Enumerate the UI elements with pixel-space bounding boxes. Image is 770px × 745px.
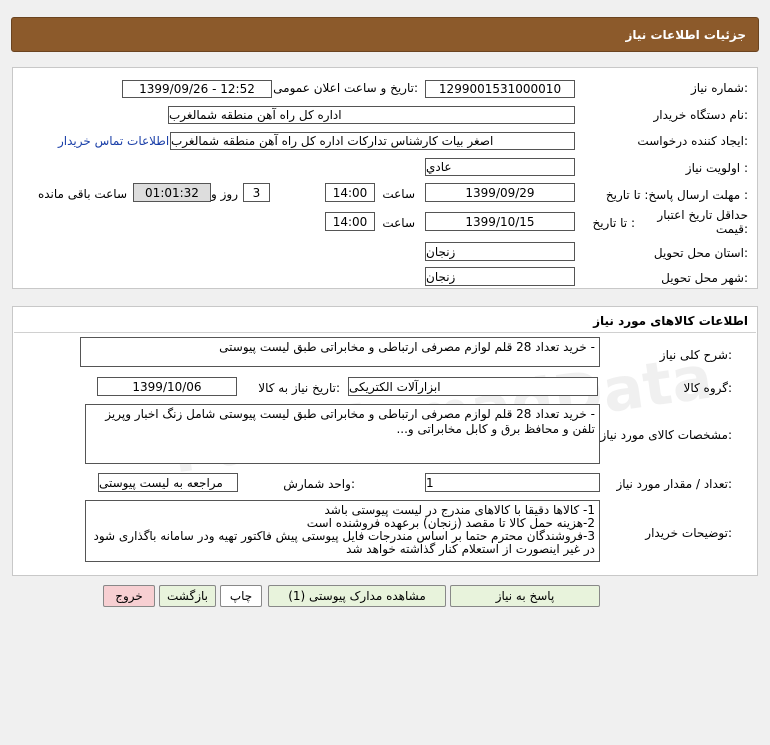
creator-field: اصغر بیات کارشناس تدارکات اداره کل راه آ… xyxy=(170,132,575,150)
validity-label: حداقل تاریخ اعتبار قیمت: xyxy=(657,208,748,236)
section-divider xyxy=(14,332,756,333)
deadline-time-label: ساعت xyxy=(382,187,415,201)
announce-datetime-label: تاریخ و ساعت اعلان عمومی: xyxy=(273,81,418,95)
remaining-time-label: ساعت باقی مانده xyxy=(37,187,127,201)
page-title: جزئیات اطلاعات نیاز xyxy=(625,27,746,42)
quantity-field: 1 xyxy=(425,473,600,492)
specs-field: - خرید تعداد 28 قلم لوازم مصرفی ارتباطی … xyxy=(85,404,600,464)
unit-field: مراجعه به لیست پیوستی xyxy=(98,473,238,492)
need-number-field: 1299001531000010 xyxy=(425,80,575,98)
buyer-field: اداره کل راه آهن منطقه شمالغرب xyxy=(168,106,575,124)
creator-label: ایجاد کننده درخواست: xyxy=(637,134,748,148)
priority-field: عادي xyxy=(425,158,575,176)
buyer-contact-link[interactable]: اطلاعات تماس خریدار xyxy=(58,134,169,148)
need-info-panel xyxy=(12,67,758,289)
deadline-date-field: 1399/09/29 xyxy=(425,183,575,202)
validity-time-label: ساعت xyxy=(382,216,415,230)
deadline-label: مهلت ارسال پاسخ: تا تاریخ : xyxy=(605,188,748,202)
validity-time-field: 14:00 xyxy=(325,212,375,231)
reply-button[interactable]: پاسخ به نیاز xyxy=(450,585,600,607)
remaining-days-field: 3 xyxy=(243,183,270,202)
summary-label: شرح کلی نیاز: xyxy=(659,348,732,362)
priority-label: اولویت نیاز : xyxy=(685,161,748,175)
specs-label: مشخصات کالای مورد نیاز: xyxy=(600,428,732,442)
validity-date-field: 1399/10/15 xyxy=(425,212,575,231)
remaining-days-label: روز و xyxy=(211,187,238,201)
exit-button[interactable]: خروج xyxy=(103,585,155,607)
unit-label: واحد شمارش: xyxy=(283,477,355,491)
province-label: استان محل تحویل: xyxy=(653,246,748,260)
print-button[interactable]: چاپ xyxy=(220,585,262,607)
deadline-time-field: 14:00 xyxy=(325,183,375,202)
need-date-label: تاریخ نیاز به کالا: xyxy=(258,381,340,395)
view-attachments-button[interactable]: مشاهده مدارک پیوستی (1) xyxy=(268,585,446,607)
need-date-field: 1399/10/06 xyxy=(97,377,237,396)
validity-to-label: تا تاریخ : xyxy=(592,216,635,230)
city-label: شهر محل تحویل: xyxy=(661,271,748,285)
buyer-notes-field: 1- کالاها دقیقا با کالاهای مندرج در لیست… xyxy=(85,500,600,562)
buyer-notes-label: توضیحات خریدار: xyxy=(645,526,732,540)
back-button[interactable]: بازگشت xyxy=(159,585,216,607)
goods-section-title: اطلاعات کالاهای مورد نیاز xyxy=(593,314,748,328)
summary-field: - خرید تعداد 28 قلم لوازم مصرفی ارتباطی … xyxy=(80,337,600,367)
city-field: زنجان xyxy=(425,267,575,286)
remaining-time-field: 01:01:32 xyxy=(133,183,211,202)
buyer-note-line: در غیر اینصورت از استعلام کنار گذاشته خو… xyxy=(346,542,595,556)
need-number-label: شماره نیاز: xyxy=(690,81,748,95)
page-header: جزئیات اطلاعات نیاز xyxy=(11,17,759,52)
province-field: زنجان xyxy=(425,242,575,261)
goods-group-field: ابزارآلات الکتریکی xyxy=(348,377,598,396)
buyer-label: نام دستگاه خریدار: xyxy=(653,108,749,122)
announce-datetime-field: 1399/09/26 - 12:52 xyxy=(122,80,272,98)
goods-group-label: گروه کالا: xyxy=(683,381,733,395)
quantity-label: تعداد / مقدار مورد نیاز: xyxy=(616,477,732,491)
